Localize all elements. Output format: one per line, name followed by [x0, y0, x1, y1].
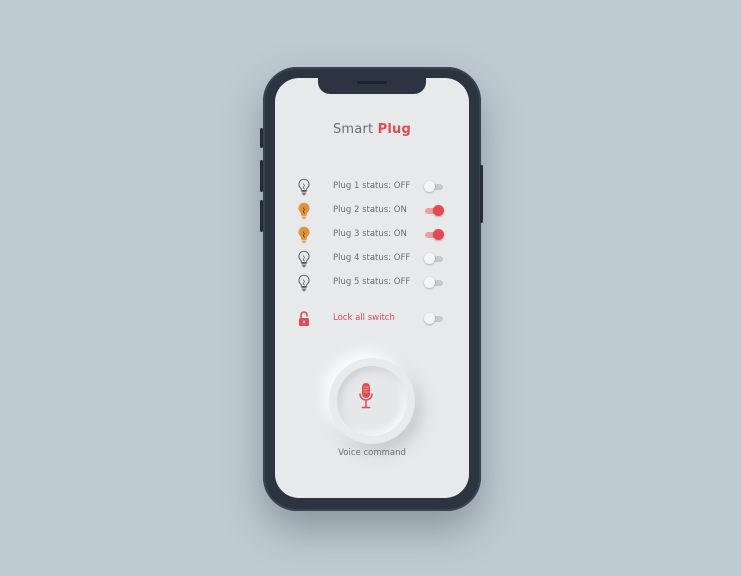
plug-status-label: Plug 2 status: ON — [333, 205, 407, 215]
power-button — [480, 165, 483, 223]
lightbulb-icon — [298, 226, 310, 244]
lock-all-toggle[interactable] — [424, 313, 444, 324]
volume-down-button — [260, 160, 263, 192]
lightbulb-icon — [298, 202, 310, 220]
plug-2-toggle[interactable] — [424, 205, 444, 216]
plug-status-label: Plug 1 status: OFF — [333, 181, 411, 191]
lightbulb-icon — [298, 274, 310, 292]
plug-row-4: Plug 4 status: OFF — [297, 250, 447, 268]
voice-command-button[interactable] — [329, 358, 415, 444]
lock-all-row: Lock all switch — [297, 310, 447, 328]
plug-4-toggle[interactable] — [424, 253, 444, 264]
lock-all-label: Lock all switch — [333, 313, 395, 323]
plug-status-label: Plug 4 status: OFF — [333, 253, 411, 263]
unlock-icon — [299, 311, 309, 326]
plug-row-3: Plug 3 status: ON — [297, 226, 447, 244]
plug-row-5: Plug 5 status: OFF — [297, 274, 447, 292]
plug-1-toggle[interactable] — [424, 181, 444, 192]
plug-row-1: Plug 1 status: OFF — [297, 178, 447, 196]
stage: Smart Plug Plug 1 status: OFF Plug 2 sta… — [0, 0, 741, 576]
volume-up-button — [260, 128, 263, 148]
plug-5-toggle[interactable] — [424, 277, 444, 288]
phone-screen: Smart Plug Plug 1 status: OFF Plug 2 sta… — [275, 78, 469, 498]
plug-3-toggle[interactable] — [424, 229, 444, 240]
speaker-grille — [357, 81, 387, 84]
mute-switch — [260, 200, 263, 232]
plug-status-label: Plug 3 status: ON — [333, 229, 407, 239]
title-plain: Smart — [332, 122, 374, 137]
notch — [318, 78, 426, 94]
page-title: Smart Plug — [275, 122, 469, 137]
lightbulb-icon — [298, 250, 310, 268]
voice-command-label: Voice command — [338, 448, 406, 458]
plug-status-label: Plug 5 status: OFF — [333, 277, 411, 287]
plug-row-2: Plug 2 status: ON — [297, 202, 447, 220]
microphone-icon — [359, 383, 373, 409]
title-accent: Plug — [377, 122, 412, 137]
lightbulb-icon — [298, 178, 310, 196]
